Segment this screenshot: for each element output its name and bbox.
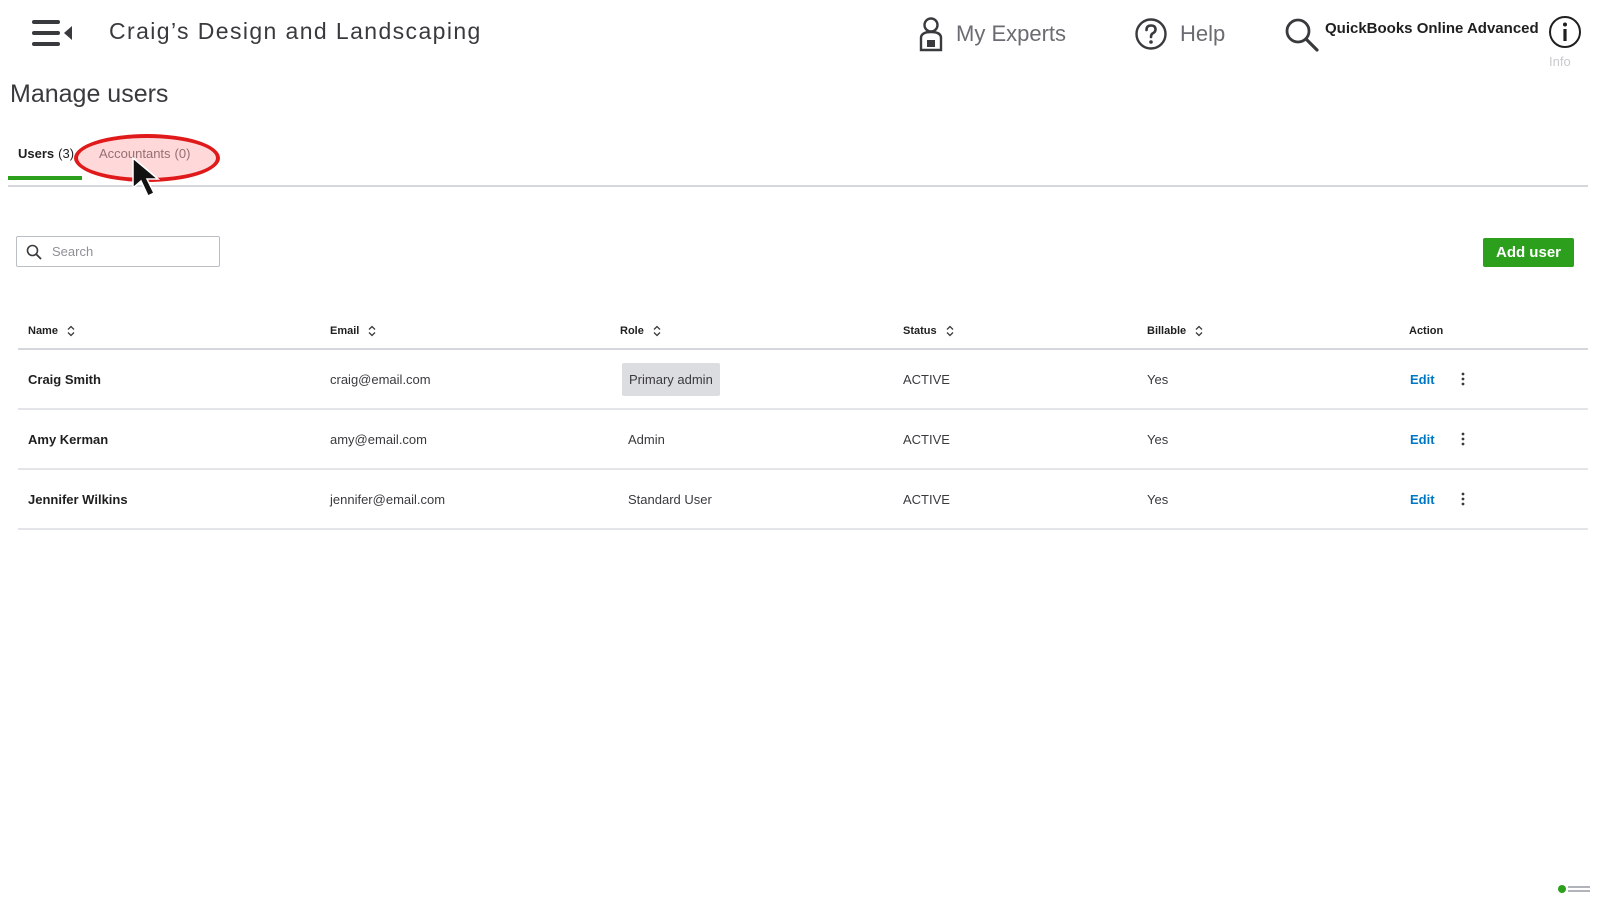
search-icon[interactable]: [1283, 16, 1321, 54]
kebab-menu-icon[interactable]: [1461, 350, 1465, 408]
my-experts-label: My Experts: [956, 21, 1067, 46]
manage-users-page: Craig’s Design and Landscaping My Expert…: [0, 0, 1600, 909]
user-status: ACTIVE: [903, 491, 950, 507]
help-link[interactable]: Help: [1134, 14, 1225, 54]
user-name: Jennifer Wilkins: [28, 491, 128, 507]
user-role: Primary admin: [622, 350, 720, 408]
sort-icon: [946, 325, 954, 337]
help-circle-icon: [1135, 18, 1167, 50]
column-header-label: Billable: [1147, 325, 1187, 337]
role-badge: Primary admin: [622, 362, 720, 396]
user-role: Standard User: [628, 491, 712, 507]
column-header-label: Action: [1409, 325, 1444, 337]
user-name: Amy Kerman: [28, 431, 109, 447]
column-header-label: Status: [903, 325, 937, 337]
user-email: amy@email.com: [330, 431, 427, 447]
table-row: Amy Kerman amy@email.com Admin ACTIVE Ye…: [18, 410, 1588, 470]
company-name: Craig’s Design and Landscaping: [109, 18, 482, 44]
kebab-menu-icon[interactable]: [1461, 410, 1465, 468]
info-icon[interactable]: [1547, 14, 1583, 50]
column-header-status[interactable]: Status: [903, 325, 954, 337]
tab-users[interactable]: Users (3): [7, 146, 83, 184]
tab-users-count: (3): [58, 146, 75, 161]
sort-icon: [1195, 325, 1203, 337]
search-icon: [26, 244, 42, 259]
page-title: Manage users: [10, 80, 169, 108]
user-status: ACTIVE: [903, 431, 950, 447]
user-email: craig@email.com: [330, 371, 431, 387]
tabs-divider: [8, 185, 1588, 187]
info-label: Info: [1549, 54, 1571, 69]
column-header-label: Name: [28, 325, 58, 337]
column-header-action: Action: [1409, 325, 1443, 337]
column-header-label: Email: [330, 325, 360, 337]
search-input[interactable]: [50, 243, 204, 260]
brand-watermark-icon: [1558, 885, 1590, 893]
column-header-role[interactable]: Role: [620, 325, 661, 337]
action-cell: Edit: [1410, 350, 1435, 408]
sort-icon: [368, 325, 376, 337]
add-user-button[interactable]: Add user: [1483, 238, 1574, 267]
user-role: Admin: [628, 431, 665, 447]
table-header: Name Email Role Status Billable Action: [18, 312, 1588, 350]
user-billable: Yes: [1147, 371, 1169, 387]
column-header-label: Role: [620, 325, 644, 337]
user-billable: Yes: [1147, 431, 1169, 447]
action-cell: Edit: [1410, 470, 1435, 528]
tab-accountants[interactable]: Accountants (0): [99, 146, 190, 184]
sort-icon: [653, 325, 661, 337]
user-tabs: Users (3) Accountants (0): [7, 136, 1588, 187]
my-experts-link[interactable]: My Experts: [918, 14, 1066, 54]
column-header-billable[interactable]: Billable: [1147, 325, 1203, 337]
tab-accountants-count: (0): [174, 146, 191, 161]
product-name: QuickBooks Online Advanced: [1325, 20, 1539, 37]
sort-icon: [67, 325, 75, 337]
lock-person-icon: [919, 17, 943, 52]
hamburger-menu-icon[interactable]: [30, 16, 76, 52]
kebab-menu-icon[interactable]: [1461, 470, 1465, 528]
column-header-name[interactable]: Name: [28, 325, 75, 337]
edit-link[interactable]: Edit: [1410, 492, 1435, 507]
tab-accountants-label: Accountants: [99, 146, 171, 161]
user-name: Craig Smith: [28, 371, 101, 387]
action-cell: Edit: [1410, 410, 1435, 468]
table-row: Jennifer Wilkins jennifer@email.com Stan…: [18, 470, 1588, 530]
top-header: Craig’s Design and Landscaping My Expert…: [0, 0, 1600, 69]
search-field[interactable]: [16, 236, 220, 267]
tab-users-label: Users: [18, 146, 55, 161]
edit-link[interactable]: Edit: [1410, 432, 1435, 447]
edit-link[interactable]: Edit: [1410, 372, 1435, 387]
help-label: Help: [1180, 21, 1226, 46]
user-billable: Yes: [1147, 491, 1169, 507]
user-email: jennifer@email.com: [330, 491, 446, 507]
users-table: Name Email Role Status Billable Action C…: [18, 312, 1588, 530]
user-status: ACTIVE: [903, 371, 950, 387]
column-header-email[interactable]: Email: [330, 325, 376, 337]
table-row: Craig Smith craig@email.com Primary admi…: [18, 350, 1588, 410]
